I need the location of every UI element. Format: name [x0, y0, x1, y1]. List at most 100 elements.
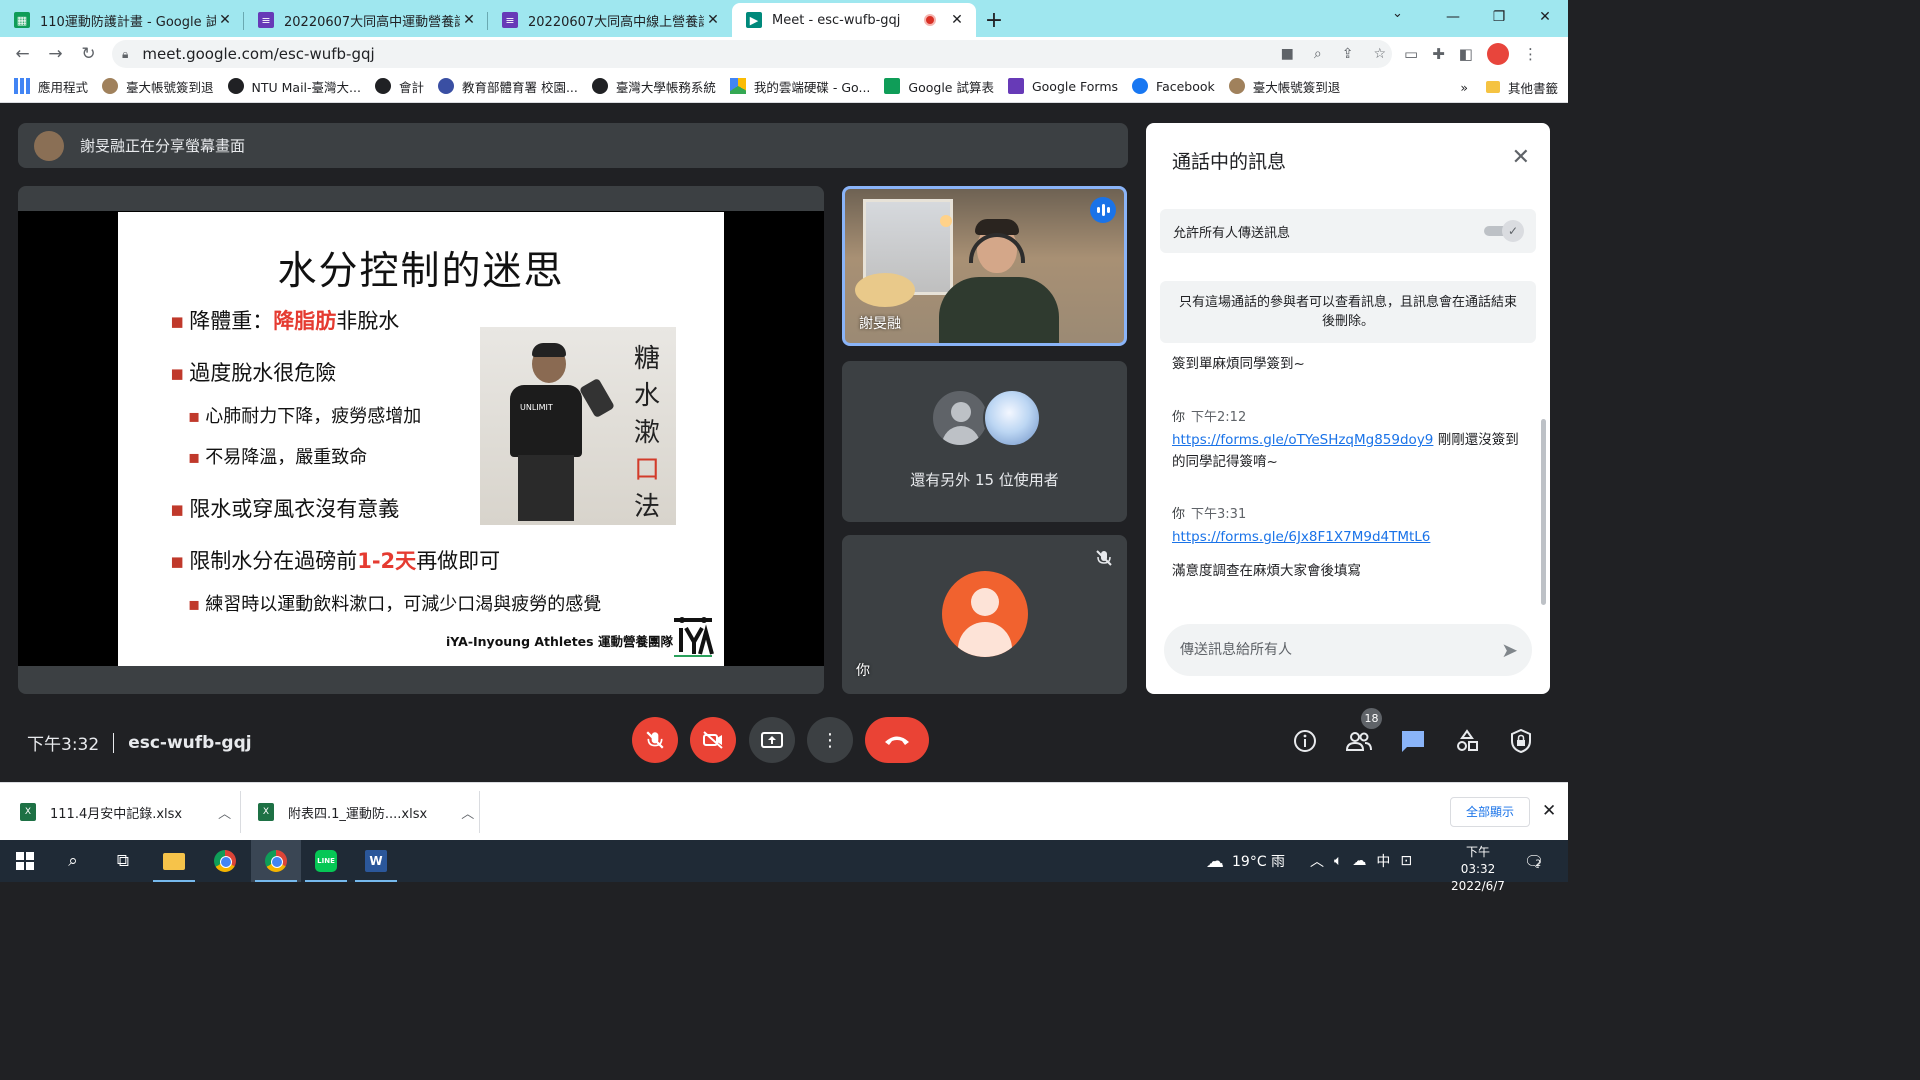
participant-name: 你: [856, 663, 870, 679]
profile-avatar[interactable]: [1486, 43, 1509, 65]
tab-meet[interactable]: ▶ Meet - esc-wufb-gqj ✕: [732, 3, 976, 37]
forward-icon[interactable]: →: [39, 44, 72, 64]
weather-widget[interactable]: ☁ 19°C 雨: [1206, 840, 1285, 882]
chat-scrollbar[interactable]: [1541, 419, 1546, 605]
bookmark-item[interactable]: Google Forms: [1007, 78, 1118, 94]
present-screen-button[interactable]: [749, 717, 795, 763]
reload-icon[interactable]: ↻: [72, 44, 105, 64]
bookmark-item[interactable]: 臺灣大學帳務系統: [591, 77, 716, 96]
participant-tile-others[interactable]: 還有另外 15 位使用者: [842, 361, 1127, 522]
activities-button[interactable]: [1451, 725, 1483, 757]
host-controls-button[interactable]: [1505, 725, 1537, 757]
apps-grid-icon: [14, 78, 30, 94]
presenter-banner: 謝旻融正在分享螢幕畫面: [18, 123, 1128, 168]
other-bookmarks-folder[interactable]: 其他書籤: [1485, 78, 1558, 97]
message-sender: 你: [1172, 410, 1186, 425]
chat-message: 你下午3:31 https://forms.gle/6Jx8F1X7M9d4TM…: [1172, 504, 1528, 582]
chevron-up-icon[interactable]: ︿: [461, 803, 474, 822]
onedrive-icon[interactable]: ☁: [1352, 853, 1366, 869]
back-icon[interactable]: ←: [6, 44, 39, 64]
share-icon[interactable]: ⇪: [1342, 46, 1354, 62]
mic-off-icon: [1096, 550, 1112, 566]
extensions-icon[interactable]: ✚: [1432, 45, 1445, 63]
search-button[interactable]: ⌕: [48, 840, 98, 882]
camera-icon[interactable]: ■: [1281, 46, 1294, 62]
leave-call-button[interactable]: [865, 717, 929, 763]
notification-center-button[interactable]: 🗨︎ 2: [1524, 840, 1544, 882]
close-tab-icon[interactable]: ✕: [948, 12, 966, 28]
bookmark-apps[interactable]: 應用程式: [14, 77, 88, 96]
globe-icon: [374, 78, 391, 94]
bullet-highlight: 1-2天: [357, 549, 417, 573]
people-button[interactable]: [1343, 725, 1375, 757]
download-item[interactable]: X 附表四.1_運動防....xlsx ︿: [258, 797, 474, 827]
slide-photo: UNLIMIT 糖 水 漱 口 法: [480, 327, 676, 525]
send-icon[interactable]: ➤: [1501, 638, 1518, 662]
zoom-icon[interactable]: ⌕: [1314, 46, 1322, 62]
bookmark-item[interactable]: 臺大帳號簽到退: [1228, 77, 1340, 96]
menu-icon[interactable]: ⋮: [1523, 45, 1538, 63]
close-tab-icon[interactable]: ✕: [704, 12, 722, 28]
taskbar-chrome-active[interactable]: [251, 840, 301, 882]
new-tab-button[interactable]: +: [976, 3, 1012, 37]
maximize-icon[interactable]: ❐: [1476, 0, 1522, 34]
close-icon[interactable]: ✕: [1512, 145, 1530, 170]
start-button[interactable]: [0, 840, 50, 882]
chat-message-input[interactable]: [1180, 624, 1490, 676]
bookmark-item[interactable]: 教育部體育署 校園...: [437, 77, 578, 96]
athlete-figure: UNLIMIT: [502, 343, 616, 523]
taskbar-word[interactable]: W: [351, 840, 401, 882]
slide-sub-bullet: ▪ 心肺耐力下降，疲勞感增加: [188, 406, 422, 427]
lock-icon[interactable]: 🔒︎: [122, 47, 128, 62]
message-time: 下午2:12: [1191, 410, 1247, 425]
chevron-up-icon[interactable]: ︿: [1310, 851, 1324, 871]
allow-messages-toggle[interactable]: ✓: [1484, 220, 1524, 242]
side-panel-icon[interactable]: ◧: [1459, 45, 1473, 63]
cast-icon[interactable]: ▭: [1404, 45, 1418, 63]
bookmark-item[interactable]: NTU Mail-臺灣大...: [227, 77, 361, 96]
taskbar-clock[interactable]: 下午 03:32 2022/6/7: [1447, 844, 1509, 895]
close-tab-icon[interactable]: ✕: [216, 12, 234, 28]
tab-forms-1[interactable]: ≡ 20220607大同高中運動營養講座 ✕: [244, 3, 488, 37]
participant-tile-speaker[interactable]: 謝旻融: [842, 186, 1127, 346]
more-options-button[interactable]: ⋮: [807, 717, 853, 763]
participant-tile-self[interactable]: 你: [842, 535, 1127, 694]
ime-indicator[interactable]: 中: [1376, 851, 1390, 871]
bookmark-item[interactable]: 臺大帳號簽到退: [102, 77, 214, 96]
more-bookmarks-button[interactable]: »: [1460, 80, 1468, 95]
bookmark-item[interactable]: 我的雲端硬碟 - Go...: [729, 77, 870, 96]
show-all-downloads-button[interactable]: 全部顯示: [1450, 797, 1530, 827]
taskbar-chrome[interactable]: [200, 840, 250, 882]
close-window-icon[interactable]: ✕: [1522, 0, 1568, 34]
close-icon[interactable]: ✕: [1542, 801, 1556, 821]
chevron-up-icon[interactable]: ︿: [218, 803, 231, 822]
bookmark-item[interactable]: 會計: [374, 77, 424, 96]
meeting-details-button[interactable]: [1289, 725, 1321, 757]
message-link[interactable]: https://forms.gle/oTYeSHzqMg859doy9: [1172, 432, 1433, 448]
bullet-text: 不易降溫，嚴重致命: [205, 447, 368, 468]
task-view-button[interactable]: ⧉: [98, 840, 148, 882]
bookmark-item[interactable]: Google 試算表: [884, 77, 994, 96]
mic-toggle-button[interactable]: [632, 717, 678, 763]
message-link[interactable]: https://forms.gle/6Jx8F1X7M9d4TMtL6: [1172, 529, 1430, 545]
ime-mode-icon[interactable]: ⊡: [1400, 853, 1412, 869]
mic-off-icon: [646, 731, 664, 749]
minimize-icon[interactable]: —: [1430, 0, 1476, 34]
bookmark-item[interactable]: Facebook: [1132, 78, 1215, 94]
others-count-label: 還有另外 15 位使用者: [910, 471, 1059, 489]
tab-forms-2[interactable]: ≡ 20220607大同高中線上營養講座 ✕: [488, 3, 732, 37]
close-tab-icon[interactable]: ✕: [460, 12, 478, 28]
activities-icon: [1457, 729, 1478, 751]
download-item[interactable]: X 111.4月安中記錄.xlsx ︿: [20, 797, 231, 827]
camera-toggle-button[interactable]: [690, 717, 736, 763]
chat-button[interactable]: [1397, 725, 1429, 757]
address-bar[interactable]: 🔒︎ meet.google.com/esc-wufb-gqj ■ ⌕ ⇪ ☆: [112, 40, 1392, 68]
volume-icon[interactable]: 🔈︎: [1334, 853, 1342, 869]
tab-search-icon[interactable]: ⌄: [1392, 6, 1403, 21]
bookmark-star-icon[interactable]: ☆: [1373, 46, 1386, 62]
taskbar-file-explorer[interactable]: [149, 840, 199, 882]
screen-share-stage[interactable]: 水分控制的迷思 ▪ 降體重：降脂肪非脫水 ▪ 過度脫水很危險 ▪ 心肺耐力下降，疲勞感…: [18, 186, 824, 694]
message-time: 下午3:31: [1191, 507, 1247, 522]
tab-sheets[interactable]: ▦ 110運動防護計畫 - Google 試算 ✕: [0, 3, 244, 37]
taskbar-line[interactable]: LINE: [301, 840, 351, 882]
